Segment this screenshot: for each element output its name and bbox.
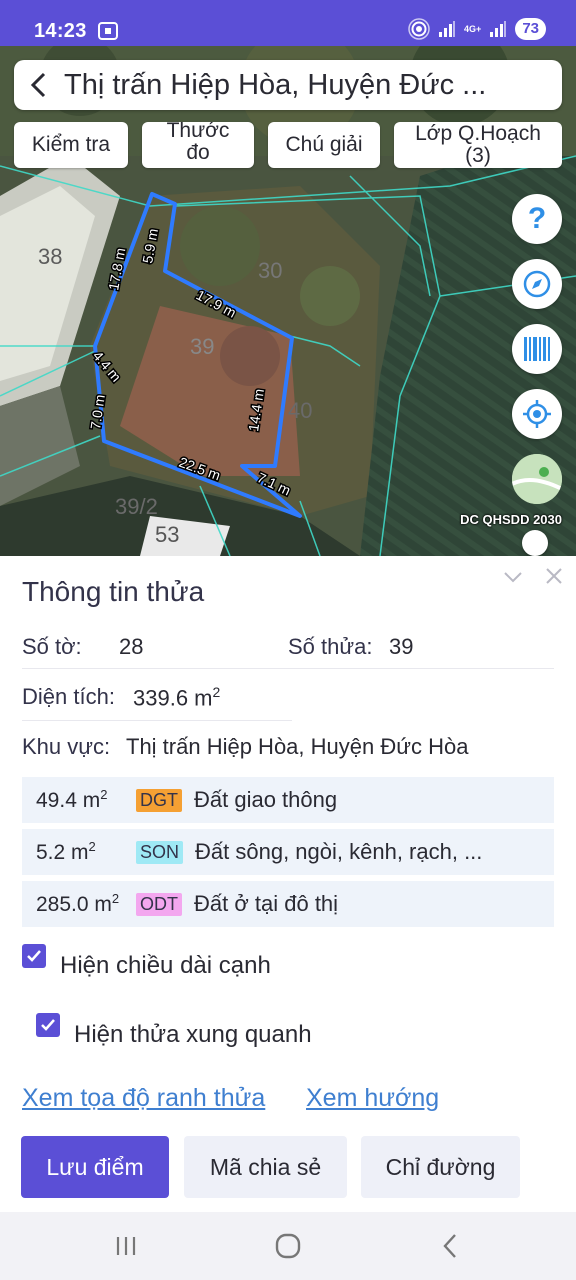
region-label: Khu vực: [22,734,111,759]
parcel-info-panel: Thông tin thửa Số tờ: 28 Số thửa: 39 Diệ… [0,556,576,1212]
network-type: 4G+ [464,23,482,34]
signal-icon [439,21,456,37]
land-use-area-value: 285.0 m [36,893,112,916]
land-use-row: 49.4 m2 DGT Đất giao thông [22,777,554,823]
area-number: 339.6 m [133,685,213,711]
system-nav-bar [0,1212,576,1280]
map-layer-caption: DC QHSDD 2030 [460,512,562,527]
area-unit-sup: 2 [212,684,221,700]
parcel-number: 39 [190,334,214,359]
back-icon[interactable] [14,60,64,110]
hotspot-icon [408,18,430,40]
sheet-label: Số tờ: [22,634,82,659]
planning-layer-button[interactable]: Lớp Q.Hoạch (3) [394,122,562,168]
compass-icon[interactable] [512,259,562,309]
panel-title: Thông tin thửa [22,576,205,607]
check-button[interactable]: Kiểm tra [14,122,128,168]
opacity-slider-handle[interactable] [522,530,548,556]
save-point-button[interactable]: Lưu điểm [21,1136,169,1198]
land-use-area-value: 5.2 m [36,841,89,864]
parcel-number: 53 [155,522,179,547]
show-neighbors-label[interactable]: Hiện thửa xung quanh [74,1021,312,1049]
land-use-row: 285.0 m2 ODT Đất ở tại đô thị [22,881,554,927]
recents-icon[interactable] [106,1230,146,1262]
land-use-name: Đất sông, ngòi, kênh, rạch, ... [195,839,483,864]
help-icon[interactable]: ? [512,194,562,244]
legend-button[interactable]: Chú giải [268,122,380,168]
parcel-number: 39/2 [115,494,158,519]
land-use-name: Đất ở tại đô thị [194,891,339,916]
search-bar[interactable]: Thị trấn Hiệp Hòa, Huyện Đức ... [14,60,562,110]
map-view[interactable]: 38 39 40 30 39/2 53 17.8 m 5.9 m 17.9 m … [0,46,576,556]
parcel-number: 38 [38,244,62,269]
panel-controls [502,566,564,588]
screen-record-icon [98,22,118,40]
close-icon[interactable] [544,566,564,586]
area-label: Diện tích: [22,684,115,709]
parcel-label: Số thửa: [288,634,373,659]
land-use-area: 5.2 m2 [22,839,136,865]
area-value: 339.6 m2 [133,684,220,711]
share-code-button[interactable]: Mã chia sẻ [184,1136,347,1198]
battery-badge: 73 [515,18,546,40]
divider [22,668,554,669]
land-use-area-sup: 2 [100,787,108,802]
land-use-code: DGT [136,788,182,812]
land-use-name: Đất giao thông [194,787,338,812]
land-use-area-sup: 2 [111,891,120,906]
status-bar: 14:23 4G+ 73 [0,0,576,46]
show-neighbors-checkbox[interactable] [36,1013,60,1037]
view-coordinates-link[interactable]: Xem tọa độ ranh thửa [22,1084,265,1113]
map-title[interactable]: Thị trấn Hiệp Hòa, Huyện Đức ... [64,69,544,102]
land-use-area-value: 49.4 m [36,789,101,812]
signal-icon-2 [490,21,507,37]
land-use-row: 5.2 m2 SON Đất sông, ngòi, kênh, rạch, .… [22,829,554,875]
land-use-area-sup: 2 [88,839,96,854]
show-edge-length-label[interactable]: Hiện chiều dài cạnh [60,952,271,980]
land-use-code: ODT [136,892,182,916]
status-icons: 4G+ 73 [408,18,546,40]
parcel-number: 40 [288,398,312,423]
land-use-area: 285.0 m2 [22,891,136,917]
parcel-number: 30 [258,258,282,283]
barcode-icon[interactable] [512,324,562,374]
parcel-value: 39 [389,634,414,659]
measure-button[interactable]: Thước đo [142,122,254,168]
measure-label: Thước đo [166,122,230,164]
home-icon[interactable] [268,1230,308,1262]
divider [22,720,292,721]
land-use-area: 49.4 m2 [22,787,136,813]
planning-layer-label: Lớp Q.Hoạch (3) [415,122,541,167]
directions-button[interactable]: Chỉ đường [361,1136,520,1198]
map-thumbnail[interactable] [512,454,562,504]
status-time: 14:23 [34,20,87,42]
collapse-icon[interactable] [502,566,524,588]
land-use-code: SON [136,840,184,864]
sheet-value: 28 [119,634,144,659]
locate-icon[interactable] [512,389,562,439]
view-direction-link[interactable]: Xem hướng [306,1084,439,1113]
region-value: Thị trấn Hiệp Hòa, Huyện Đức Hòa [126,734,469,759]
show-edge-length-checkbox[interactable] [22,944,46,968]
back-nav-icon[interactable] [430,1230,470,1262]
